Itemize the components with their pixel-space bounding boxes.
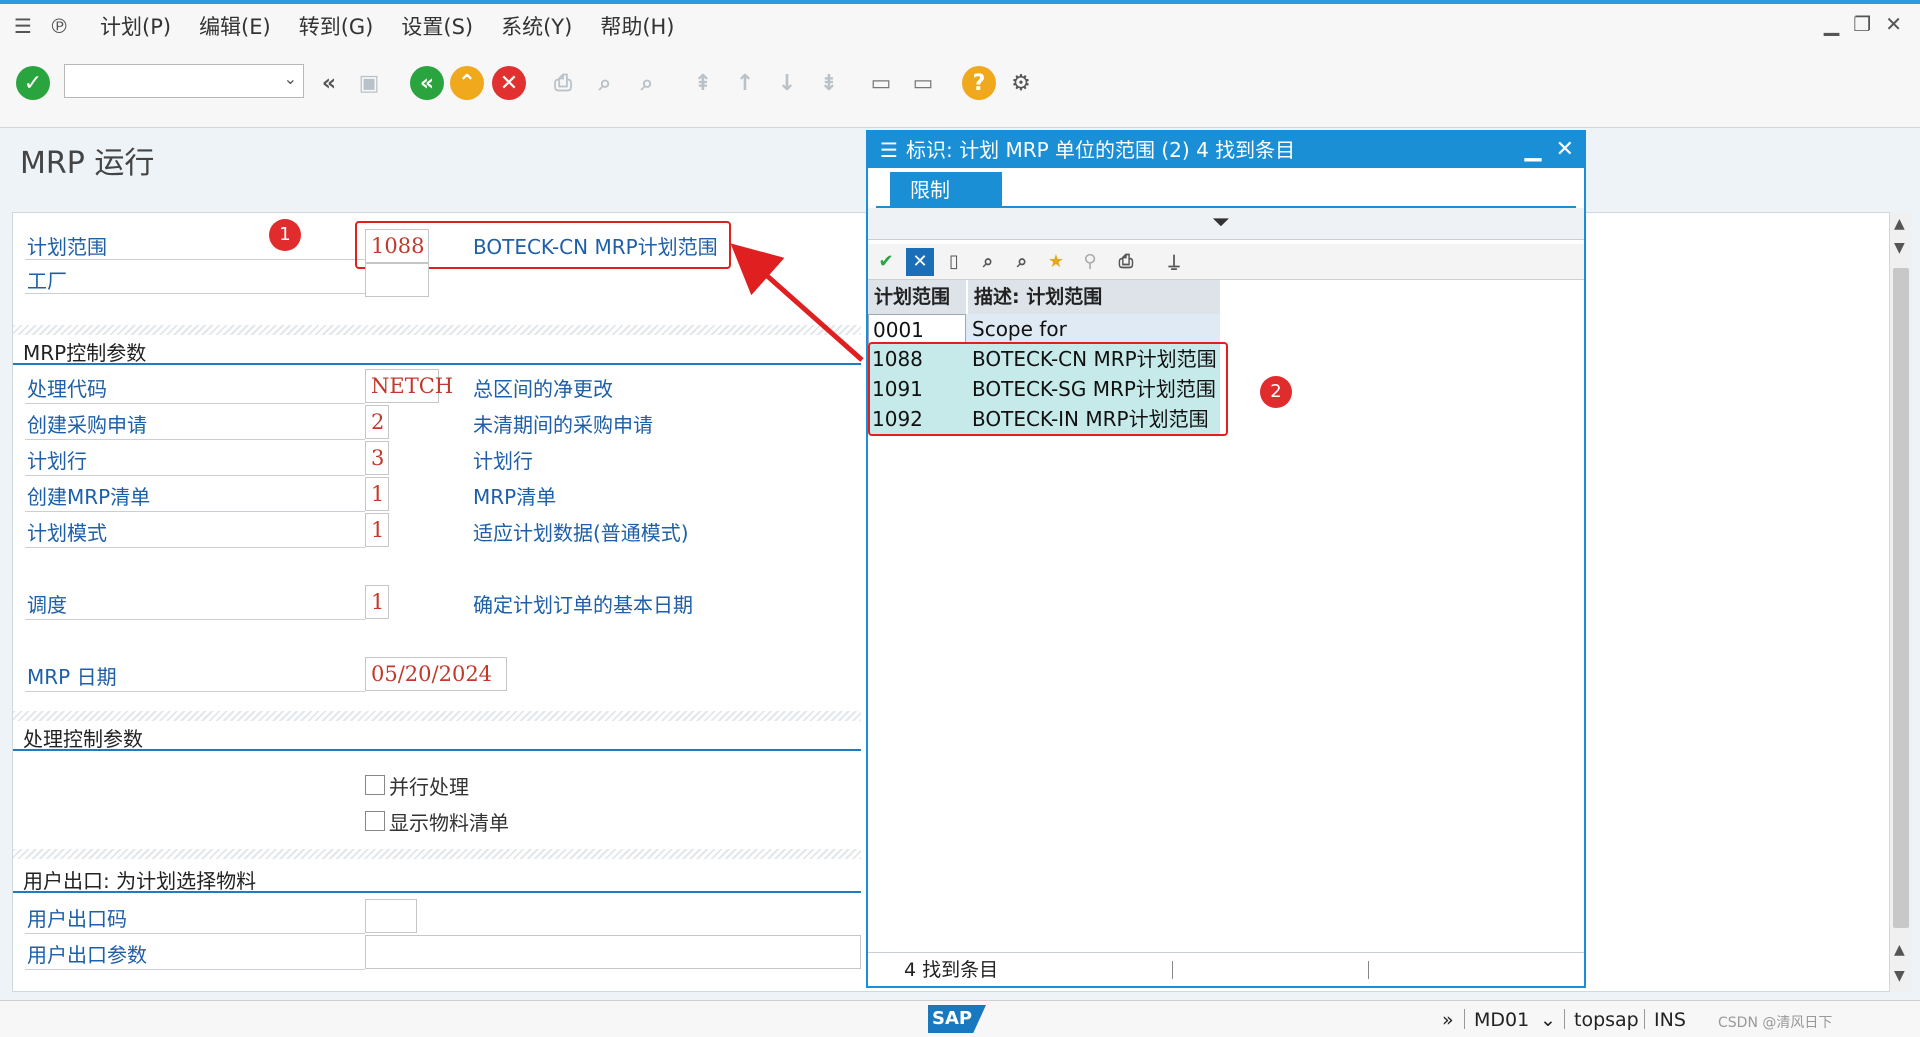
- marker-2: 2: [1260, 376, 1292, 408]
- status-separator: [1564, 1009, 1565, 1029]
- funnel-icon[interactable]: ⏷: [1212, 210, 1230, 235]
- cancel-icon[interactable]: ✕: [906, 248, 934, 276]
- result-grid: 0001 Scope for Subcontracting 1088 BOTEC…: [868, 314, 1584, 438]
- table-row[interactable]: 0001 Scope for Subcontracting: [868, 314, 1220, 371]
- status-bar: SAP » MD01 ⌄ topsap INS CSDN @清风日下: [0, 1000, 1920, 1037]
- dialog-toolbar: ✔ ✕ ▯ ⌕ ⌕ ★ ⚲ ⎙ ⍊: [868, 244, 1584, 280]
- dialog-tabs: 限制: [876, 168, 1576, 208]
- find-icon[interactable]: ⌕: [974, 248, 1002, 276]
- status-separator: [1644, 1009, 1645, 1029]
- minimize-icon[interactable]: ▁: [1525, 137, 1542, 162]
- dialog-menu-icon[interactable]: ☰: [880, 132, 902, 168]
- highlight-box-2: [868, 342, 1228, 436]
- grid-header: 计划范围 描述: 计划范围: [868, 280, 1584, 314]
- dialog-status-bar: 4 找到条目: [868, 952, 1584, 986]
- column-header-desc[interactable]: 描述: 计划范围: [968, 280, 1220, 314]
- pin-icon[interactable]: ⍊: [1160, 248, 1188, 276]
- status-separator: [1464, 1009, 1465, 1029]
- find-next-icon[interactable]: ⌕: [1008, 248, 1036, 276]
- dialog-title: 标识: 计划 MRP 单位的范围 (2) 4 找到条目: [906, 138, 1296, 162]
- value-help-dialog: ☰ 标识: 计划 MRP 单位的范围 (2) 4 找到条目 ▁ ✕ 限制 ⏷ ✔ …: [866, 130, 1586, 988]
- close-icon[interactable]: ✕: [1556, 137, 1574, 162]
- status-expand-icon[interactable]: »: [1442, 1009, 1454, 1031]
- chevron-down-icon[interactable]: ⌄: [1540, 1009, 1556, 1031]
- status-separator: [1368, 961, 1369, 979]
- dialog-title-bar: ☰ 标识: 计划 MRP 单位的范围 (2) 4 找到条目 ▁ ✕: [868, 132, 1584, 168]
- new-document-icon[interactable]: ▯: [940, 248, 968, 276]
- check-icon[interactable]: ✔: [872, 248, 900, 276]
- transaction-code[interactable]: MD01: [1474, 1009, 1529, 1031]
- system-name: topsap: [1574, 1009, 1639, 1031]
- add-favorite-icon[interactable]: ★: [1042, 248, 1070, 276]
- scope-code-cell[interactable]: 0001: [868, 314, 966, 344]
- insert-mode: INS: [1654, 1009, 1686, 1031]
- restriction-toggle-bar: ⏷: [868, 208, 1584, 240]
- dialog-controls: ▁ ✕: [1525, 132, 1574, 168]
- scope-desc-cell[interactable]: Scope for Subcontracting: [968, 314, 1220, 371]
- sap-logo: SAP: [928, 1005, 986, 1033]
- print-icon[interactable]: ⎙: [1112, 248, 1140, 276]
- column-header-scope[interactable]: 计划范围: [868, 280, 966, 314]
- watermark: CSDN @清风日下: [1718, 1015, 1833, 1031]
- tab-restrictions[interactable]: 限制: [890, 172, 1002, 208]
- result-count: 4 找到条目: [904, 959, 999, 981]
- link-icon: ⚲: [1083, 251, 1097, 272]
- status-separator: [1172, 961, 1173, 979]
